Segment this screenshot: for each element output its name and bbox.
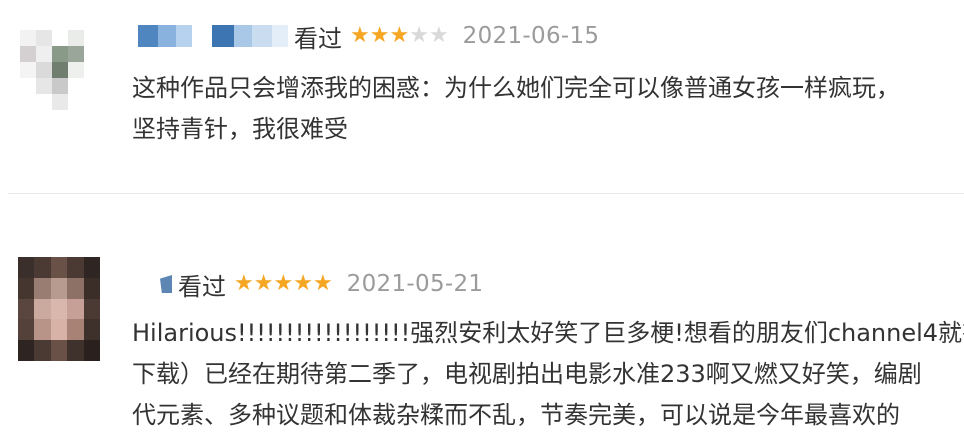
username-blurred[interactable] xyxy=(138,16,288,56)
comment-line: Hilarious!!!!!!!!!!!!!!!!!!强烈安利太好笑了巨多梗!想… xyxy=(132,319,964,347)
review-comment: Hilarious!!!!!!!!!!!!!!!!!!强烈安利太好笑了巨多梗!想… xyxy=(132,313,964,436)
review-date: 2021-05-21 xyxy=(346,271,484,297)
star-icon: ★ xyxy=(369,23,390,48)
comment-line: 坚持青针，我很难受 xyxy=(132,115,348,143)
star-icon: ★ xyxy=(253,271,274,296)
avatar[interactable] xyxy=(20,30,100,110)
star-icon: ★ xyxy=(312,271,333,296)
avatar[interactable] xyxy=(18,257,100,361)
star-icon: ★ xyxy=(293,271,313,296)
divider xyxy=(8,193,964,194)
username-blurred[interactable] xyxy=(160,264,172,304)
review-meta: 看过 ★ ★ ★ ★ ★ 2021-05-21 xyxy=(160,264,483,304)
watched-label: 看过 xyxy=(294,24,342,53)
star-icon: ★ xyxy=(350,23,370,48)
watched-label: 看过 xyxy=(178,272,226,301)
star-icon: ★ xyxy=(409,23,429,48)
review-date: 2021-06-15 xyxy=(462,23,600,49)
rating-stars: ★ ★ ★ ★ ★ xyxy=(234,273,333,295)
comment-line: 代元素、多种议题和体裁杂糅而不乱，节奏完美，可以说是今年最喜欢的 xyxy=(132,401,900,429)
review-meta: 看过 ★ ★ ★ ★ ★ 2021-06-15 xyxy=(138,16,599,56)
rating-stars: ★ ★ ★ ★ ★ xyxy=(350,25,449,47)
star-icon: ★ xyxy=(273,271,294,296)
star-icon: ★ xyxy=(389,23,410,48)
star-icon: ★ xyxy=(428,23,449,48)
star-icon: ★ xyxy=(234,271,254,296)
comment-line: 这种作品只会增添我的困惑：为什么她们完全可以像普通女孩一样疯玩， xyxy=(132,74,900,102)
comment-line: 下载）已经在期待第二季了，电视剧拍出电影水准233啊又燃又好笑，编剧 xyxy=(132,360,922,388)
review-comment: 这种作品只会增添我的困惑：为什么她们完全可以像普通女孩一样疯玩， 坚持青针，我很… xyxy=(132,68,964,150)
